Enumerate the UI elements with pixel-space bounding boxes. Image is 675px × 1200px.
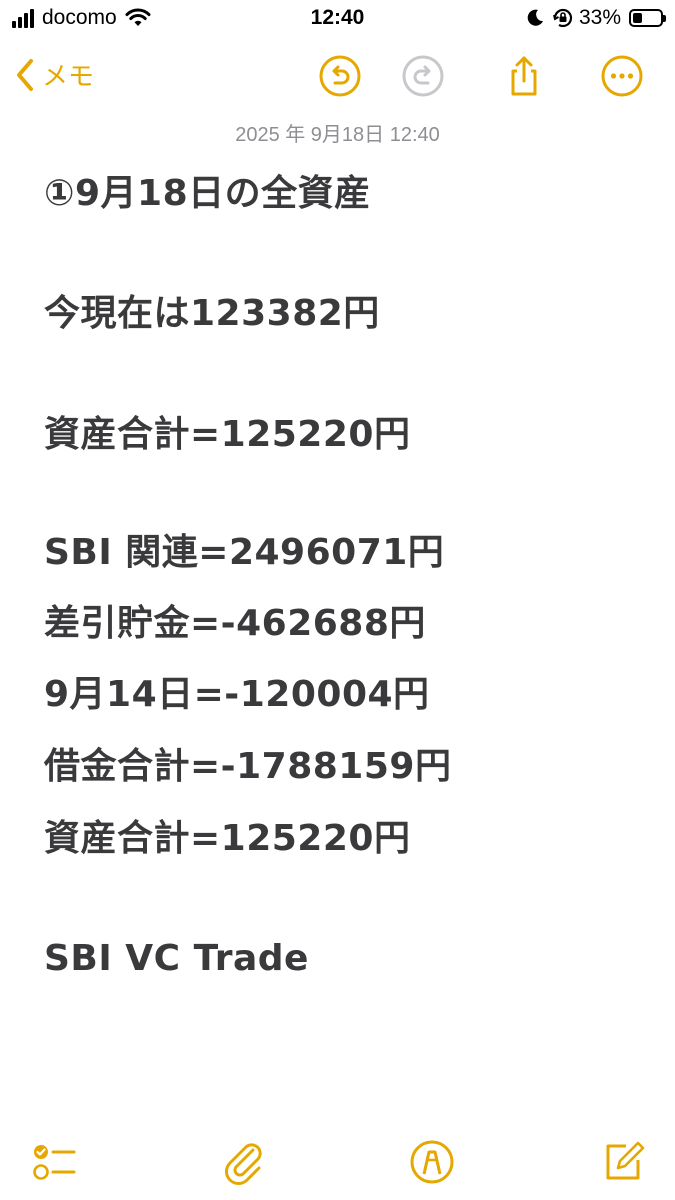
share-icon[interactable]	[502, 54, 546, 98]
compose-icon[interactable]	[600, 1138, 648, 1186]
more-icon[interactable]	[600, 54, 644, 98]
note-line: 9月14日=-120004円	[44, 674, 430, 715]
note-line: 今現在は123382円	[44, 293, 380, 334]
nav-bar: メモ	[0, 50, 675, 106]
bottom-toolbar	[0, 1130, 675, 1190]
moon-icon	[527, 9, 543, 26]
undo-icon[interactable]	[318, 54, 362, 98]
note-line: 資産合計=125220円	[44, 414, 411, 455]
checklist-icon[interactable]	[30, 1138, 78, 1186]
note-line: SBI 関連=2496071円	[44, 532, 445, 573]
note-line-title: ①9月18日の全資産	[44, 173, 371, 214]
rotation-lock-icon	[552, 8, 573, 28]
status-right: 33%	[525, 6, 666, 30]
note-line: SBI VC Trade	[44, 938, 309, 979]
note-line: 資産合計=125220円	[44, 818, 411, 859]
note-line: 差引貯金=-462688円	[44, 603, 426, 644]
battery-icon	[629, 9, 666, 27]
redo-icon[interactable]	[401, 54, 445, 98]
paperclip-icon[interactable]	[220, 1138, 268, 1186]
chevron-left-icon	[17, 58, 33, 91]
markup-icon[interactable]	[408, 1138, 456, 1186]
battery-cap	[663, 15, 666, 22]
note-timestamp: 2025 年 9月18日 12:40	[235, 124, 440, 146]
note-line: 借金合計=-1788159円	[44, 746, 452, 787]
status-bar: docomo 12:40 33%	[0, 0, 675, 40]
battery-percent: 33%	[578, 6, 621, 29]
battery-fill	[633, 13, 642, 23]
back-label: メモ	[42, 61, 95, 91]
back-button[interactable]: メモ	[14, 56, 94, 93]
